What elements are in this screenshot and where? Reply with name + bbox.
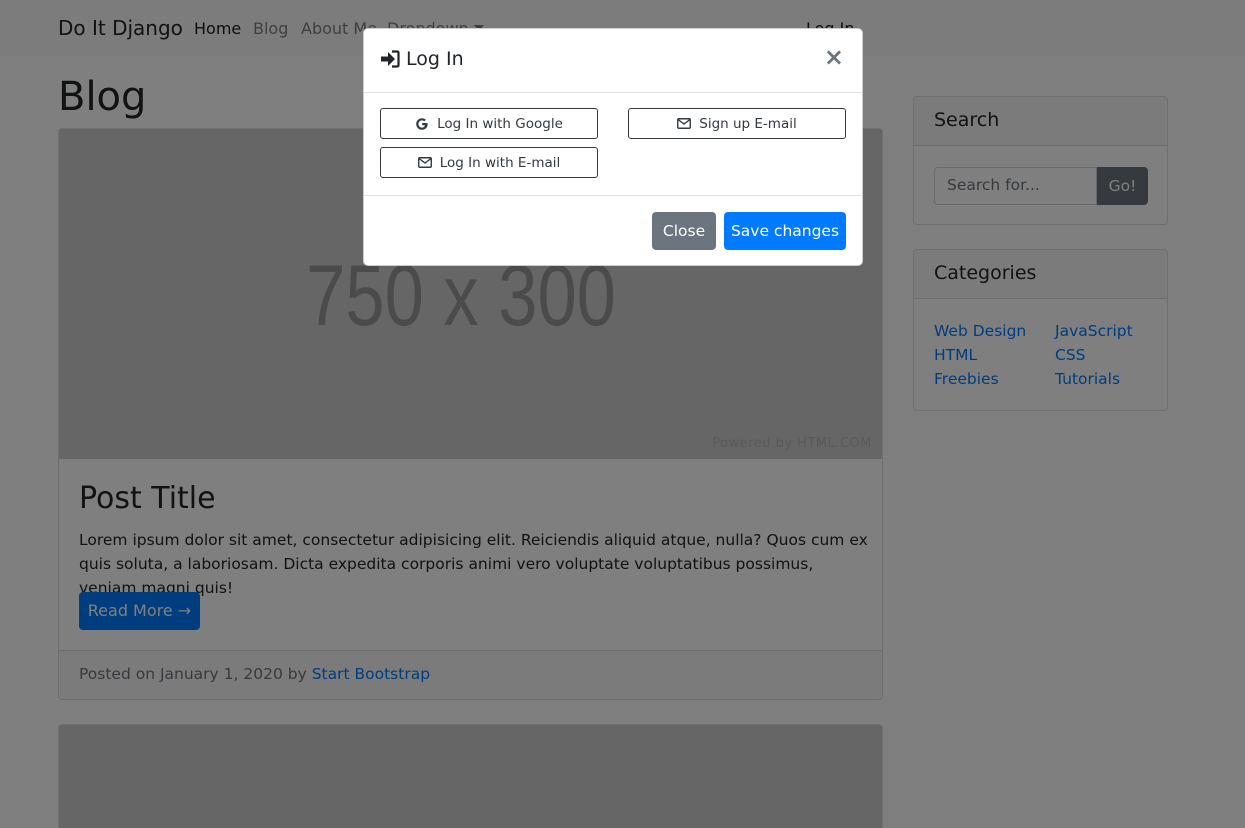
modal-body: Log In with Google Sign up E-mail Log In… — [364, 93, 862, 195]
google-login-label: Log In with Google — [437, 115, 563, 132]
signup-email-button[interactable]: Sign up E-mail — [628, 108, 846, 139]
envelope-icon — [677, 118, 692, 129]
close-button[interactable]: Close — [652, 212, 716, 250]
modal-title-text: Log In — [406, 48, 464, 70]
email-login-label: Log In with E-mail — [439, 154, 561, 171]
modal-header: Log In × — [364, 29, 862, 93]
modal-title: Log In — [380, 48, 464, 70]
envelope-icon — [417, 157, 432, 168]
email-login-button[interactable]: Log In with E-mail — [380, 147, 598, 178]
google-login-button[interactable]: Log In with Google — [380, 108, 598, 139]
signup-email-label: Sign up E-mail — [699, 115, 797, 132]
sign-in-icon — [380, 50, 400, 68]
modal-footer: Close Save changes — [364, 195, 862, 266]
login-modal: Log In × Log In with Google Sign up E-ma… — [363, 28, 863, 266]
close-icon[interactable]: × — [824, 45, 844, 69]
google-icon — [415, 117, 429, 131]
save-changes-button[interactable]: Save changes — [724, 212, 846, 250]
